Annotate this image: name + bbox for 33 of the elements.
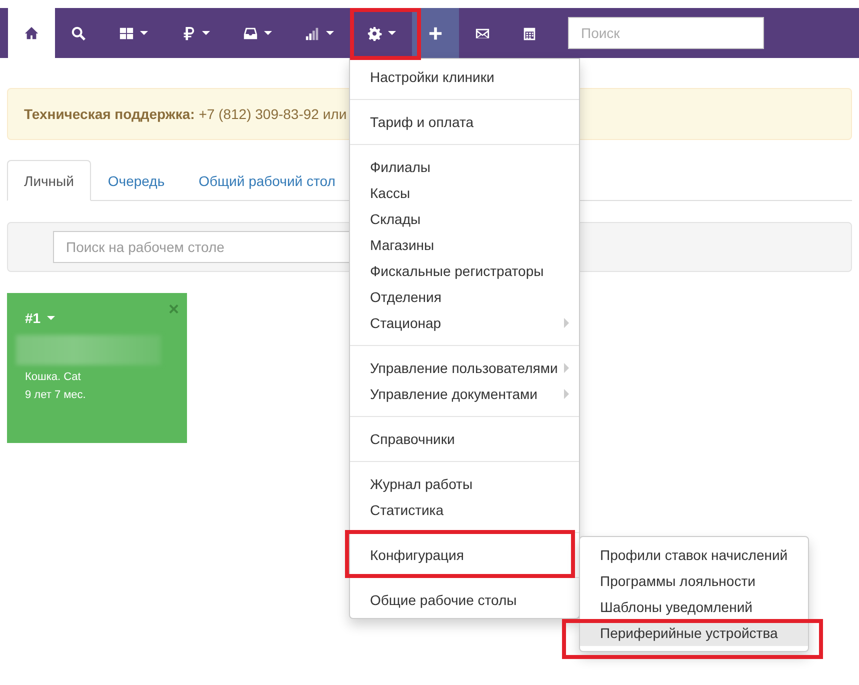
menu-item[interactable]: Профили ставок начислений xyxy=(580,542,808,568)
search-field[interactable]: Поиск xyxy=(568,17,764,49)
menu-item[interactable]: Тариф и оплата xyxy=(350,109,579,135)
menu-item[interactable]: Управление документами xyxy=(350,381,579,407)
card-text: 9 лет 7 мес. xyxy=(24,389,87,401)
tab[interactable]: Очередь xyxy=(90,160,182,201)
signal-bars-icon xyxy=(304,26,320,40)
search-icon xyxy=(71,26,86,40)
menu-item[interactable]: Управление пользователями xyxy=(350,355,579,381)
menu-item[interactable]: Настройки клиники xyxy=(350,64,579,90)
card-text: Кошка. Cat xyxy=(24,371,82,383)
support-text: Техническая поддержка: +7 (812) 309-83-92 или xyxy=(24,106,347,122)
menu-item[interactable]: Журнал работы xyxy=(350,471,579,497)
tab[interactable]: Общий рабочий стол xyxy=(182,160,352,201)
menu-item[interactable]: Шаблоны уведомлений xyxy=(580,594,808,620)
plus-icon xyxy=(428,26,443,40)
menu-item[interactable]: Программы лояльности xyxy=(580,568,808,594)
menu-item[interactable]: Справочники xyxy=(350,426,579,452)
menu-item[interactable]: Кассы xyxy=(350,180,579,206)
settings-icon xyxy=(366,26,382,40)
home-icon xyxy=(24,26,39,40)
nav-button[interactable] xyxy=(412,8,459,58)
menu-item[interactable]: Общие рабочие столы xyxy=(350,587,579,613)
menu-item[interactable]: Отделения xyxy=(350,284,579,310)
caret-icon xyxy=(46,316,55,320)
calendar-icon xyxy=(522,26,537,40)
inbox-icon xyxy=(242,26,258,40)
menu-item[interactable]: Филиалы xyxy=(350,154,579,180)
grid-icon xyxy=(118,26,134,40)
menu-item[interactable]: Стационар xyxy=(350,310,579,336)
menu-item[interactable]: Статистика xyxy=(350,497,579,523)
menu-item[interactable]: Конфигурация xyxy=(350,542,579,568)
tab[interactable]: Личный xyxy=(7,160,91,201)
